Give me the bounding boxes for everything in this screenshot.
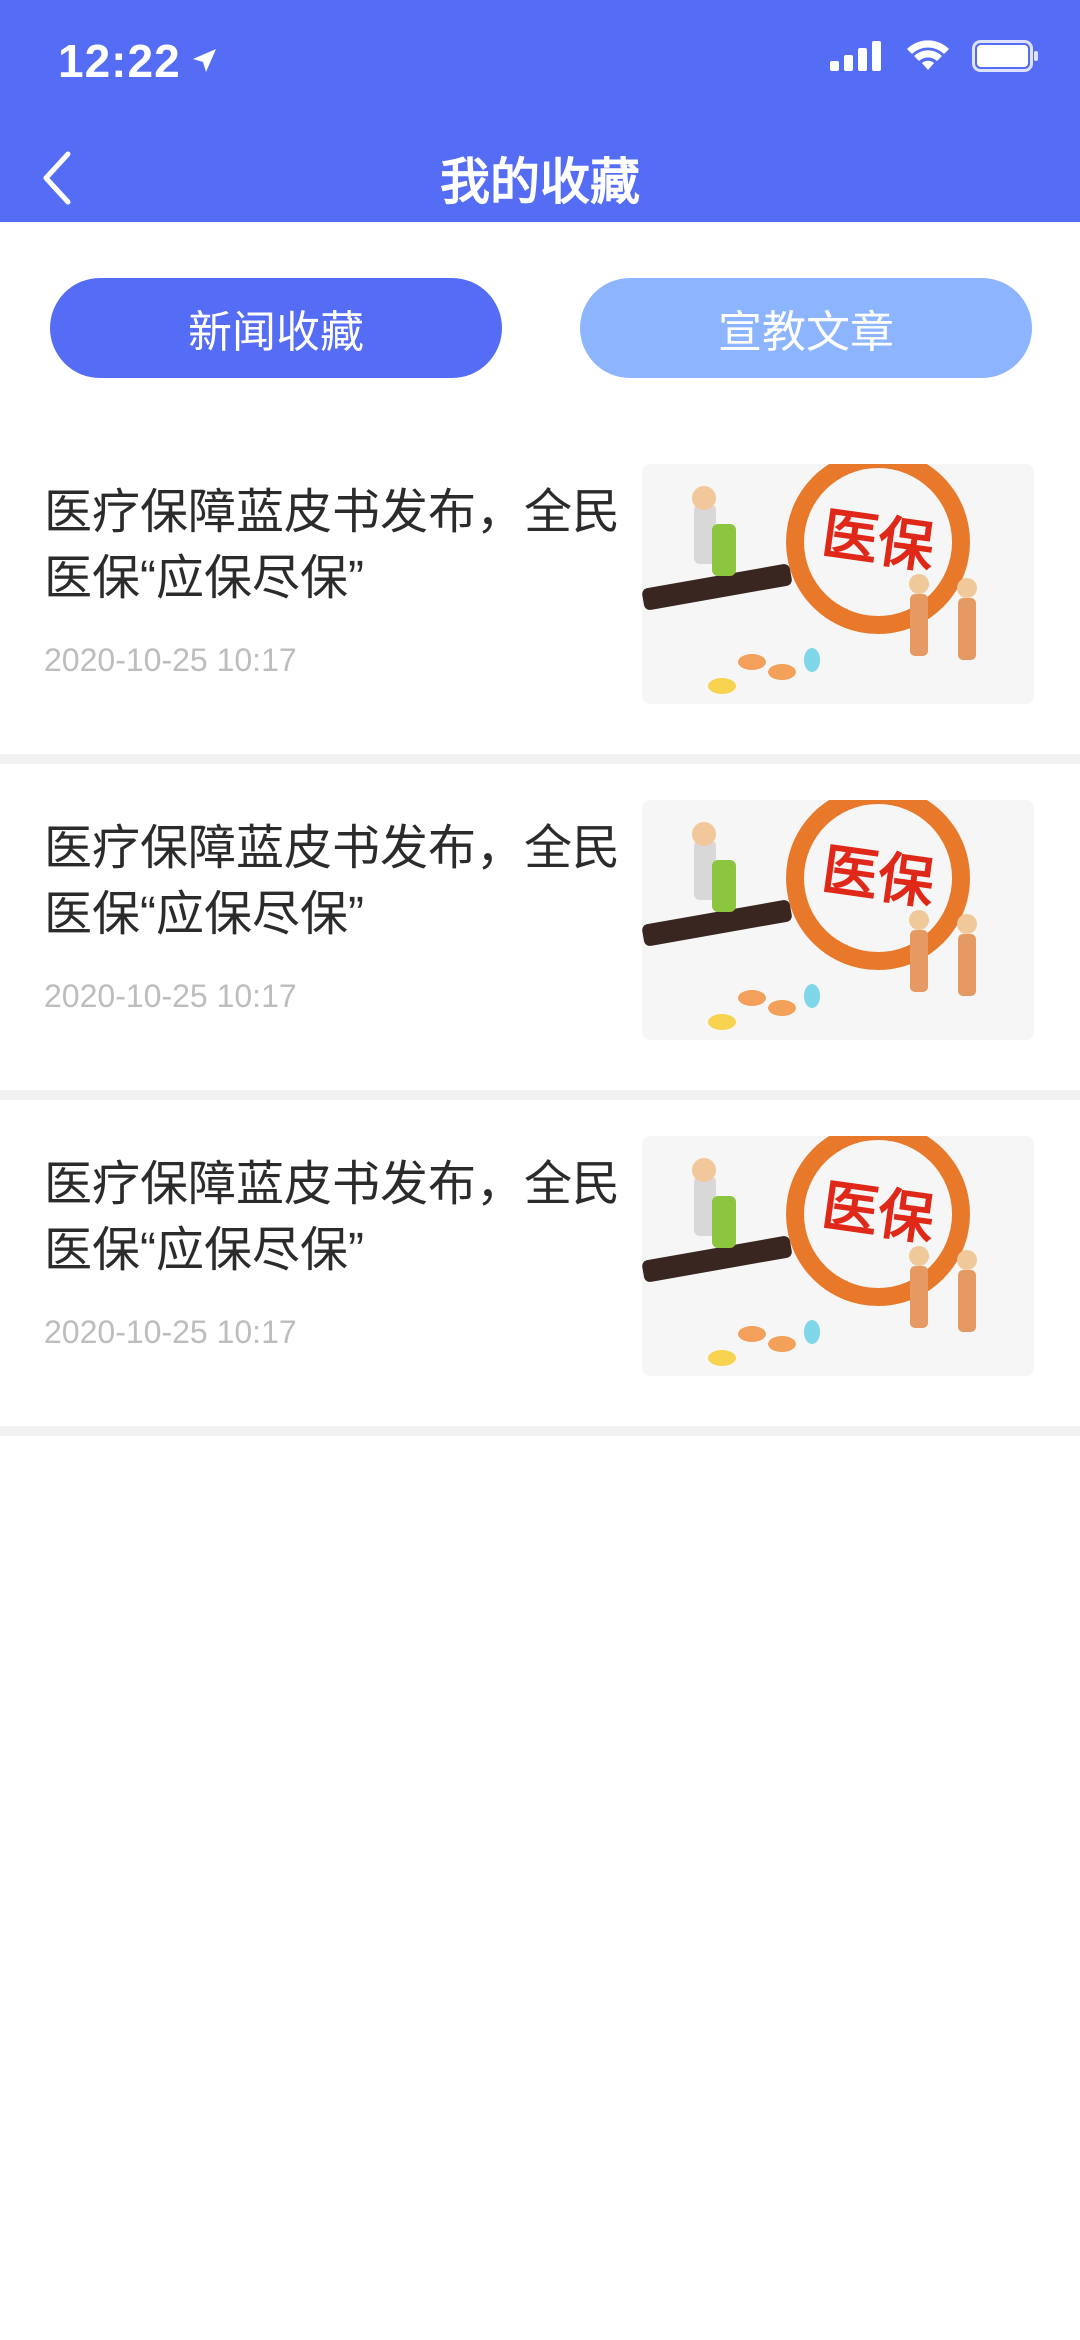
status-icons bbox=[830, 40, 1040, 72]
magnifier-image: 医保 bbox=[642, 800, 1034, 1040]
list-item[interactable]: 医疗保障蓝皮书发布，全民医保“应保尽保” 2020-10-25 10:17 医保 bbox=[0, 764, 1080, 1100]
tab-education-articles[interactable]: 宣教文章 bbox=[580, 278, 1032, 378]
battery-icon bbox=[972, 40, 1038, 72]
page-title: 我的收藏 bbox=[440, 154, 640, 210]
favorites-list: 医疗保障蓝皮书发布，全民医保“应保尽保” 2020-10-25 10:17 医保 bbox=[0, 428, 1080, 1436]
article-thumbnail: 医保 bbox=[642, 464, 1034, 704]
status-time: 12:22 bbox=[58, 34, 219, 88]
article-time: 2020-10-25 10:17 bbox=[44, 978, 297, 1014]
article-time: 2020-10-25 10:17 bbox=[44, 642, 297, 678]
cellular-signal-icon bbox=[830, 41, 881, 71]
article-thumbnail: 医保 bbox=[642, 800, 1034, 1040]
article-thumbnail: 医保 bbox=[642, 1136, 1034, 1376]
wifi-icon bbox=[907, 40, 949, 70]
header-bar: 12:22 我的收藏 bbox=[0, 0, 1080, 222]
status-time-text: 12:22 bbox=[58, 35, 181, 87]
article-time: 2020-10-25 10:17 bbox=[44, 1314, 297, 1350]
list-item[interactable]: 医疗保障蓝皮书发布，全民医保“应保尽保” 2020-10-25 10:17 医保 bbox=[0, 1100, 1080, 1436]
list-item[interactable]: 医疗保障蓝皮书发布，全民医保“应保尽保” 2020-10-25 10:17 医保 bbox=[0, 428, 1080, 764]
magnifier-image: 医保 bbox=[642, 1136, 1034, 1376]
article-title: 医疗保障蓝皮书发布，全民医保“应保尽保” bbox=[44, 486, 621, 605]
article-title: 医疗保障蓝皮书发布，全民医保“应保尽保” bbox=[44, 1158, 621, 1277]
tab-news-favorites[interactable]: 新闻收藏 bbox=[50, 278, 502, 378]
magnifier-image: 医保 bbox=[642, 464, 1034, 704]
article-title: 医疗保障蓝皮书发布，全民医保“应保尽保” bbox=[44, 822, 621, 941]
tab-bar: 新闻收藏 宣教文章 bbox=[50, 278, 1032, 378]
location-arrow-icon bbox=[192, 49, 216, 72]
